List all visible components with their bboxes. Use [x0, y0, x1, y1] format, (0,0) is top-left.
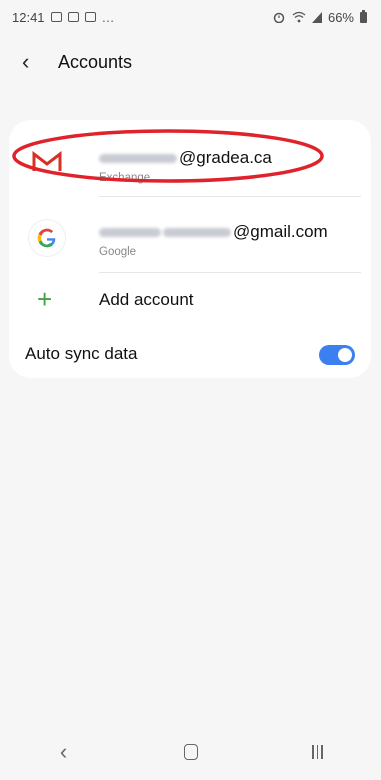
wifi-icon: [292, 11, 306, 23]
nav-back-icon: ‹: [59, 739, 68, 764]
status-bar: 12:41 … 66%: [0, 0, 381, 34]
navigation-bar: ‹: [0, 724, 381, 780]
auto-sync-label: Auto sync data: [25, 344, 138, 363]
redacted-username: [99, 228, 161, 238]
toggle-knob: [336, 346, 354, 364]
back-icon: ‹: [22, 49, 30, 74]
battery-percent: 66%: [327, 9, 354, 25]
account-email: @gmail.com: [99, 222, 328, 242]
account-row-google[interactable]: @gmail.com Google: [9, 200, 371, 270]
email-notification-icon: [67, 12, 79, 22]
signal-icon: [311, 11, 322, 23]
redacted-username: [163, 228, 231, 238]
back-button[interactable]: ‹: [22, 44, 62, 80]
status-right: 66%: [272, 9, 367, 25]
add-account-label: Add account: [99, 290, 194, 309]
plus-icon: +: [37, 284, 53, 314]
account-row-exchange[interactable]: @gradea.ca Exchange: [9, 126, 371, 196]
page-title: Accounts: [58, 51, 133, 72]
account-type: Google: [99, 246, 137, 258]
battery-icon: [360, 9, 367, 23]
nav-recents-button[interactable]: [288, 732, 348, 772]
account-type: Exchange: [99, 172, 151, 184]
accounts-card: @gradea.ca Exchange @gmail.com Google + …: [9, 120, 371, 378]
overflow-icon: …: [101, 9, 116, 25]
divider: [99, 272, 361, 273]
auto-sync-row: Auto sync data: [9, 330, 371, 376]
exchange-mail-icon: [31, 146, 63, 178]
account-email: @gradea.ca: [99, 148, 272, 168]
image-notification-icon: [50, 12, 62, 22]
recents-icon: [312, 745, 323, 759]
account-email-domain: @gradea.ca: [179, 148, 272, 167]
status-left: 12:41 …: [12, 10, 116, 25]
gallery-notification-icon: [84, 12, 96, 22]
nav-back-button[interactable]: ‹: [34, 732, 94, 772]
app-bar: ‹ Accounts: [0, 44, 381, 80]
auto-sync-toggle[interactable]: [319, 345, 355, 365]
add-account-button[interactable]: + Add account: [9, 276, 371, 324]
nav-home-button[interactable]: [161, 732, 221, 772]
alarm-icon: [273, 12, 285, 23]
account-email-domain: @gmail.com: [233, 222, 328, 241]
home-icon: [183, 744, 198, 760]
google-icon: [29, 220, 65, 256]
divider: [99, 196, 361, 197]
redacted-username: [99, 154, 177, 164]
status-time: 12:41: [12, 9, 45, 25]
